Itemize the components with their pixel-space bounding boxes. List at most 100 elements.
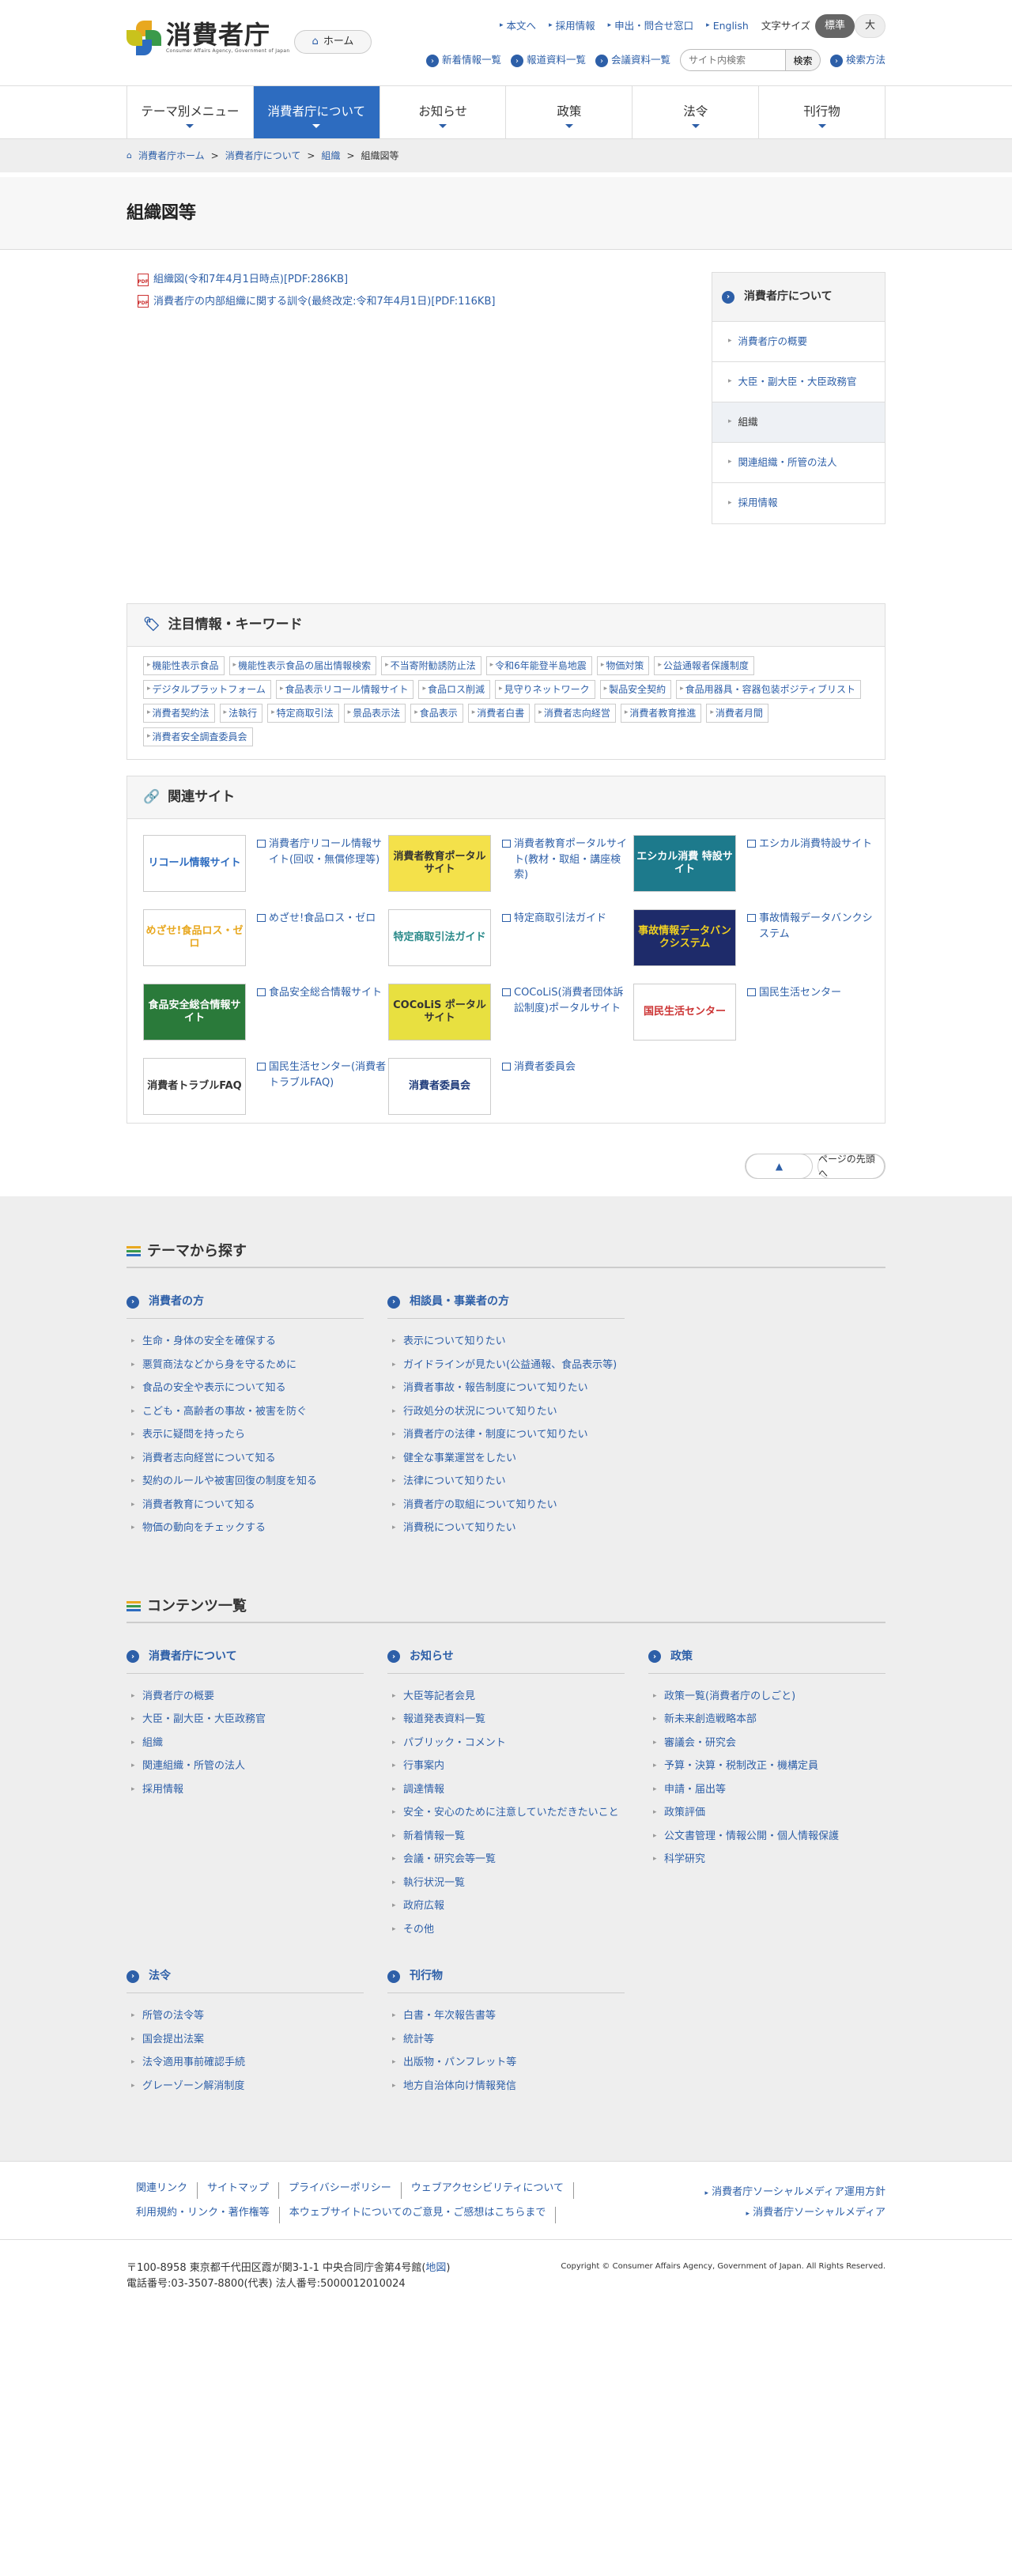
related-site-link[interactable]: COCoLiS(消費者団体訴訟制度)ポータルサイト xyxy=(502,984,633,1041)
menu-column-title[interactable]: › 相談員・事業者の方 xyxy=(387,1294,625,1319)
menu-link[interactable]: 食品の安全や表示について知る xyxy=(126,1377,364,1400)
menu-link[interactable]: 悪質商法などから身を守るために xyxy=(126,1354,364,1377)
site-logo[interactable]: 消費者庁 Consumer Affairs Agency, Government… xyxy=(126,21,289,55)
footer-link[interactable]: 利用規約・リンク・著作権等 xyxy=(126,2207,280,2223)
menu-link[interactable]: 所管の法令等 xyxy=(126,2004,364,2028)
keyword-tag[interactable]: ▸ 特定商取引法 xyxy=(267,704,339,723)
footer-link[interactable]: 本ウェブサイトについてのご意見・ご感想はこちらまで xyxy=(280,2207,557,2223)
search-button[interactable]: 検索 xyxy=(785,49,821,71)
related-site-link[interactable]: 事故情報データバンクシステム xyxy=(747,909,878,966)
top-link-contact[interactable]: ▸ 申出・問合せ窓口 xyxy=(608,19,694,34)
site-banner[interactable]: COCoLiS ポータルサイト xyxy=(388,984,491,1041)
site-banner[interactable]: めざせ!食品ロス・ゼロ xyxy=(143,909,246,966)
site-banner[interactable]: 消費者トラブルFAQ xyxy=(143,1058,246,1115)
top-link-english[interactable]: ▸ English xyxy=(706,19,749,34)
menu-link[interactable]: 科学研究 xyxy=(648,1848,886,1872)
related-site-link[interactable]: めざせ!食品ロス・ゼロ xyxy=(257,909,376,966)
keyword-tag[interactable]: ▸ 消費者教育推進 xyxy=(620,704,702,723)
footer-link[interactable]: プライバシーポリシー xyxy=(279,2182,402,2199)
menu-link[interactable]: 表示について知りたい xyxy=(387,1330,625,1354)
breadcrumb-organization[interactable]: 組織 xyxy=(321,149,340,163)
menu-link[interactable]: 執行状況一覧 xyxy=(387,1872,625,1895)
site-banner[interactable]: 特定商取引法ガイド xyxy=(388,909,491,966)
site-banner[interactable]: リコール情報サイト xyxy=(143,835,246,892)
menu-column-title[interactable]: › お知らせ xyxy=(387,1649,625,1674)
menu-column-title[interactable]: › 消費者庁について xyxy=(126,1649,364,1674)
related-site-item[interactable]: 特定商取引法ガイド 特定商取引法ガイド xyxy=(388,909,633,966)
keyword-tag[interactable]: ▸ 消費者月間 xyxy=(706,704,768,723)
menu-link[interactable]: 健全な事業運営をしたい xyxy=(387,1447,625,1471)
menu-link[interactable]: 行事案内 xyxy=(387,1754,625,1778)
keyword-tag[interactable]: ▸ 景品表示法 xyxy=(343,704,406,723)
menu-link[interactable]: 申請・届出等 xyxy=(648,1778,886,1802)
related-site-item[interactable]: めざせ!食品ロス・ゼロ めざせ!食品ロス・ゼロ xyxy=(143,909,388,966)
side-item[interactable]: ▸ 大臣・副大臣・大臣政務官 xyxy=(712,362,885,402)
menu-link[interactable]: 消費者教育について知る xyxy=(126,1494,364,1517)
menu-link[interactable]: 法令適用事前確認手続 xyxy=(126,2051,364,2075)
menu-link[interactable]: 大臣等記者会見 xyxy=(387,1685,625,1709)
related-site-link[interactable]: 食品安全総合情報サイト xyxy=(257,984,382,1041)
menu-link[interactable]: 採用情報 xyxy=(126,1778,364,1802)
menu-link[interactable]: グレーゾーン解消制度 xyxy=(126,2075,364,2098)
menu-link[interactable]: 表示に疑問を持ったら xyxy=(126,1423,364,1447)
menu-link[interactable]: 公文書管理・情報公開・個人情報保護 xyxy=(648,1825,886,1849)
keyword-tag[interactable]: ▸ 機能性表示食品の届出情報検索 xyxy=(228,656,377,675)
site-banner[interactable]: 消費者教育ポータルサイト xyxy=(388,835,491,892)
menu-link[interactable]: ガイドラインが見たい(公益通報、食品表示等) xyxy=(387,1354,625,1377)
related-site-item[interactable]: 消費者教育ポータルサイト 消費者教育ポータルサイト(教材・取組・講座検索) xyxy=(388,835,633,892)
meeting-list-link[interactable]: › 会議資料一覧 xyxy=(595,53,670,68)
menu-link[interactable]: 新着情報一覧 xyxy=(387,1825,625,1849)
keyword-tag[interactable]: ▸ 食品ロス削減 xyxy=(418,680,491,699)
search-method-link[interactable]: › 検索方法 xyxy=(829,53,886,68)
keyword-tag[interactable]: ▸ 令和6年能登半島地震 xyxy=(485,656,592,675)
footer-link[interactable]: サイトマップ xyxy=(198,2182,280,2199)
nav-theme-menu[interactable]: テーマ別メニュー xyxy=(127,86,254,138)
menu-link[interactable]: 法律について知りたい xyxy=(387,1470,625,1494)
related-site-link[interactable]: 消費者庁リコール情報サイト(回収・無償修理等) xyxy=(257,835,388,892)
menu-link[interactable]: その他 xyxy=(387,1918,625,1942)
site-banner[interactable]: 事故情報データバンクシステム xyxy=(633,909,736,966)
menu-link[interactable]: 消費者志向経営について知る xyxy=(126,1447,364,1471)
related-site-item[interactable]: 消費者トラブルFAQ 国民生活センター(消費者トラブルFAQ) xyxy=(143,1058,388,1115)
menu-link[interactable]: 消費税について知りたい xyxy=(387,1517,625,1540)
keyword-tag[interactable]: ▸ 不当寄附勧誘防止法 xyxy=(381,656,481,675)
menu-link[interactable]: 白書・年次報告書等 xyxy=(387,2004,625,2028)
keyword-tag[interactable]: ▸ 公益通報者保護制度 xyxy=(654,656,754,675)
menu-link[interactable]: 統計等 xyxy=(387,2028,625,2052)
press-list-link[interactable]: › 報道資料一覧 xyxy=(510,53,586,68)
related-site-item[interactable]: 消費者委員会 消費者委員会 xyxy=(388,1058,633,1115)
related-site-link[interactable]: 消費者委員会 xyxy=(502,1058,576,1115)
menu-link[interactable]: 出版物・パンフレット等 xyxy=(387,2051,625,2075)
social-media-link[interactable]: ▸ 消費者庁ソーシャルメディア xyxy=(704,2203,886,2223)
menu-link[interactable]: こども・高齢者の事故・被害を防ぐ xyxy=(126,1400,364,1424)
nav-policy[interactable]: 政策 xyxy=(506,86,633,138)
page-top-button[interactable]: ▲ ページの先頭へ xyxy=(745,1154,886,1179)
keyword-tag[interactable]: ▸ 食品用器具・容器包装ポジティブリスト xyxy=(676,680,861,699)
menu-link[interactable]: 政策評価 xyxy=(648,1801,886,1825)
news-list-link[interactable]: › 新着情報一覧 xyxy=(425,53,501,68)
keyword-tag[interactable]: ▸ 機能性表示食品 xyxy=(143,656,225,675)
menu-link[interactable]: 国会提出法案 xyxy=(126,2028,364,2052)
search-input[interactable] xyxy=(679,49,786,71)
menu-column-title[interactable]: › 刊行物 xyxy=(387,1968,625,1993)
footer-link[interactable]: ウェブアクセシビリティについて xyxy=(402,2182,574,2199)
nav-news[interactable]: お知らせ xyxy=(380,86,507,138)
menu-link[interactable]: 消費者庁の概要 xyxy=(126,1685,364,1709)
breadcrumb-home[interactable]: 消費者庁ホーム xyxy=(138,149,205,163)
menu-link[interactable]: 予算・決算・税制改正・機構定員 xyxy=(648,1754,886,1778)
menu-link[interactable]: 政策一覧(消費者庁のしごと) xyxy=(648,1685,886,1709)
font-size-standard-button[interactable]: 標準 xyxy=(814,14,855,38)
menu-link[interactable]: パブリック・コメント xyxy=(387,1732,625,1755)
related-site-link[interactable]: エシカル消費特設サイト xyxy=(747,835,872,892)
site-banner[interactable]: 国民生活センター xyxy=(633,984,736,1041)
menu-link[interactable]: 物価の動向をチェックする xyxy=(126,1517,364,1540)
related-site-link[interactable]: 国民生活センター(消費者トラブルFAQ) xyxy=(257,1058,388,1115)
menu-link[interactable]: 生命・身体の安全を確保する xyxy=(126,1330,364,1354)
menu-link[interactable]: 大臣・副大臣・大臣政務官 xyxy=(126,1708,364,1732)
side-item[interactable]: ▸ 採用情報 xyxy=(712,483,885,523)
nav-about[interactable]: 消費者庁について xyxy=(253,86,380,138)
menu-link[interactable]: 安全・安心のために注意していただきたいこと xyxy=(387,1801,625,1825)
keyword-tag[interactable]: ▸ 法執行 xyxy=(219,704,263,723)
side-item[interactable]: ▸ 消費者庁の概要 xyxy=(712,322,885,362)
side-item[interactable]: ▸ 関連組織・所管の法人 xyxy=(712,443,885,483)
